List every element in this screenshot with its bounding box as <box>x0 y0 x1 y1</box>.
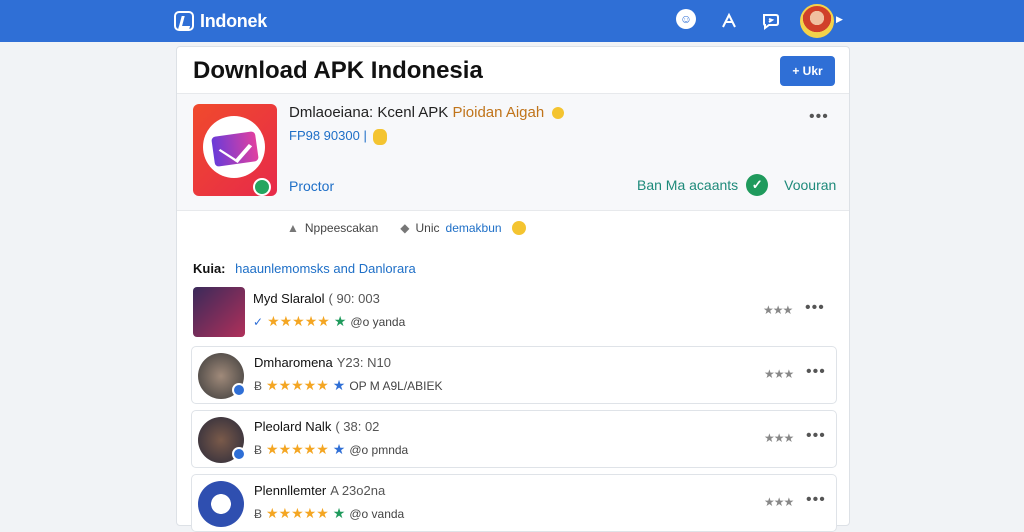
brand-logo-icon <box>174 11 194 31</box>
more-options-icon[interactable]: ••• <box>806 363 826 381</box>
rating-stars-icon: ★★★ <box>764 431 794 445</box>
more-options-icon[interactable]: ••• <box>806 491 826 509</box>
item-rating: ✓ ★★★★★ ★ @o yanda <box>253 313 405 330</box>
emoji-icon <box>552 107 565 120</box>
app-icon <box>193 104 277 196</box>
featured-title-accent: Pioidan Aigah <box>452 104 545 121</box>
check-icon: ✓ <box>746 174 769 196</box>
item-sub: A 23o2na <box>330 483 386 498</box>
brand-name: Indonek <box>200 10 267 31</box>
item-title: Dmharomena <box>254 355 333 370</box>
avatar[interactable] <box>800 4 834 38</box>
featured-app[interactable]: Dmlaoeiana: Kcenl APK Pioidan Aigah FP98… <box>177 93 849 211</box>
item-rating: Ƀ ★★★★★ ★ OP M A9L/ABIEK <box>254 377 443 394</box>
prefix-icon: Ƀ <box>254 378 263 393</box>
featured-status: Ban Ma acaants ✓ Voouran <box>637 174 836 196</box>
star-icon: ★ <box>332 377 346 393</box>
thumbs-up-icon[interactable]: ▲ <box>287 221 299 235</box>
envelope-icon <box>211 131 259 167</box>
section-label-text[interactable]: haaunlemomsks and Danlorara <box>235 261 416 276</box>
item-name: Plennllemter A 23o2na <box>254 483 385 498</box>
share-icon[interactable] <box>718 10 740 32</box>
comment-icon[interactable]: ◆ <box>400 221 409 235</box>
featured-title: Dmlaoeiana: Kcenl APK Pioidan Aigah <box>289 104 565 121</box>
featured-subtitle: FP98 90300 | <box>289 128 388 145</box>
meta-label-prefix: Unic <box>415 221 440 235</box>
item-meta: @o yanda <box>350 314 406 329</box>
status-link[interactable]: Voouran <box>784 177 836 193</box>
verified-badge-icon <box>253 178 271 196</box>
featured-subtitle-text: FP98 90300 | <box>289 128 367 143</box>
item-name: Myd Slaralol( 90: 003 <box>253 291 380 306</box>
item-name: Pleolard Nalk( 38: 02 <box>254 419 379 434</box>
featured-title-main: Dmlaoeiana: Kcenl APK <box>289 104 449 121</box>
meta-label-accent[interactable]: demakbun <box>446 221 502 235</box>
list-item[interactable]: Dmharomena Y23: N10 Ƀ ★★★★★ ★ OP M A9L/AB… <box>191 346 837 404</box>
verified-icon: ✓ <box>253 314 264 329</box>
verified-badge-icon <box>232 447 246 461</box>
smile-icon <box>511 221 526 235</box>
item-meta: @o pmnda <box>349 442 409 457</box>
item-sub: Y23: N10 <box>336 355 391 370</box>
item-name: Dmharomena Y23: N10 <box>254 355 391 370</box>
star-rating-icon: ★★★★★ <box>267 313 330 329</box>
star-icon: ★ <box>332 441 346 457</box>
star-rating-icon: ★★★★★ <box>266 377 329 393</box>
more-options-icon[interactable]: ••• <box>809 108 829 126</box>
list-item[interactable]: Myd Slaralol( 90: 003 ✓ ★★★★★ ★ @o yanda… <box>191 283 837 341</box>
item-title: Pleolard Nalk <box>254 419 332 434</box>
item-title: Myd Slaralol <box>253 291 325 306</box>
brand[interactable]: Indonek <box>174 8 267 34</box>
item-rating: Ƀ ★★★★★ ★ @o pmnda <box>254 441 408 458</box>
more-options-icon[interactable]: ••• <box>805 299 825 317</box>
more-options-icon[interactable]: ••• <box>806 427 826 445</box>
prefix-icon: Ƀ <box>254 506 263 521</box>
page-title: Download APK Indonesia <box>193 57 483 84</box>
coin-icon <box>373 128 388 145</box>
chat-icon[interactable] <box>760 10 782 32</box>
rating-stars-icon: ★★★ <box>764 495 794 509</box>
item-title: Plennllemter <box>254 483 327 498</box>
star-rating-icon: ★★★★★ <box>266 441 329 457</box>
item-meta: @o vanda <box>349 506 405 521</box>
item-rating: Ƀ ★★★★★ ★ @o vanda <box>254 505 404 522</box>
emoji-icon[interactable]: ☺ <box>676 9 696 29</box>
top-bar: Indonek ☺ ▶ <box>0 0 1024 42</box>
meta-label[interactable]: Nppeescakan <box>305 221 378 235</box>
section-label-key: Kuia: <box>193 261 226 276</box>
verified-badge-icon <box>232 383 246 397</box>
app-thumbnail <box>193 287 245 337</box>
meta-row: ▲ Nppeescakan ◆ Unic demakbun <box>287 221 526 235</box>
prefix-icon: Ƀ <box>254 442 263 457</box>
item-meta: OP M A9L/ABIEK <box>349 378 443 393</box>
star-icon: ★ <box>332 505 346 521</box>
featured-tag[interactable]: Proctor <box>289 178 334 194</box>
app-thumbnail <box>198 481 244 527</box>
main-card: Download APK Indonesia + Ukr Dmlaoeiana:… <box>176 46 850 532</box>
chevron-right-icon[interactable]: ▶ <box>836 14 843 25</box>
status-text: Ban Ma acaants <box>637 177 739 193</box>
star-rating-icon: ★★★★★ <box>266 505 329 521</box>
rating-stars-icon: ★★★ <box>763 303 793 317</box>
star-icon: ★ <box>333 313 347 329</box>
list-item[interactable]: Plennllemter A 23o2na Ƀ ★★★★★ ★ @o vanda … <box>191 474 837 532</box>
item-sub: ( 90: 003 <box>328 291 380 306</box>
section-label: Kuia: haaunlemomsks and Danlorara <box>193 261 416 276</box>
add-button[interactable]: + Ukr <box>780 56 835 86</box>
list-item[interactable]: Pleolard Nalk( 38: 02 Ƀ ★★★★★ ★ @o pmnda… <box>191 410 837 468</box>
rating-stars-icon: ★★★ <box>764 367 794 381</box>
item-sub: ( 38: 02 <box>335 419 380 434</box>
